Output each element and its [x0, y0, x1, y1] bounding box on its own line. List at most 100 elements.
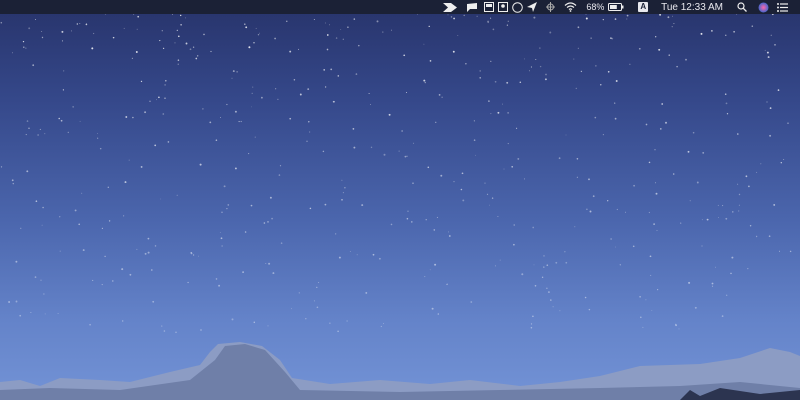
star [152, 300, 155, 303]
star [780, 162, 782, 164]
star [751, 25, 754, 27]
wifi-icon[interactable] [564, 0, 577, 14]
star [390, 223, 393, 226]
star [575, 87, 577, 90]
star [286, 20, 288, 22]
star [479, 77, 481, 79]
star [756, 171, 758, 173]
star [486, 193, 489, 195]
star [39, 128, 41, 130]
chat-bubble-icon[interactable] [512, 0, 524, 14]
telegram-icon[interactable] [527, 0, 538, 14]
star [614, 246, 616, 248]
star [532, 226, 535, 229]
star [406, 92, 407, 93]
star [326, 34, 329, 36]
contacts-icon[interactable] [498, 0, 509, 14]
star [353, 18, 356, 20]
star [725, 102, 728, 105]
star [25, 47, 27, 49]
display-icon[interactable] [484, 0, 495, 14]
input-source-icon[interactable]: A [638, 0, 649, 14]
star [380, 325, 382, 328]
notification-center-icon[interactable] [777, 0, 788, 14]
star [59, 216, 61, 218]
star [353, 146, 356, 149]
star [576, 158, 579, 160]
star [78, 223, 80, 226]
star [335, 233, 337, 235]
star [602, 134, 604, 136]
star [324, 22, 326, 24]
star [546, 287, 548, 289]
star [565, 134, 567, 136]
star [453, 17, 455, 20]
star [738, 204, 740, 206]
star [365, 291, 368, 294]
star [76, 23, 78, 25]
star [104, 14, 107, 15]
star [198, 255, 200, 257]
star [101, 227, 103, 229]
star [626, 14, 629, 17]
star [278, 174, 281, 176]
star [552, 306, 554, 308]
star [180, 24, 182, 26]
star [574, 226, 576, 228]
star [411, 221, 413, 223]
star [174, 42, 176, 44]
star [516, 127, 518, 129]
star [549, 31, 552, 34]
star [220, 117, 221, 118]
clock[interactable]: Tue 12:33 AM [661, 0, 723, 14]
star [23, 46, 25, 48]
star [588, 178, 590, 181]
star [37, 134, 39, 136]
star [218, 284, 221, 287]
star [161, 325, 163, 327]
star [81, 192, 83, 194]
star [558, 157, 561, 160]
star [57, 312, 59, 315]
crosshair-icon[interactable] [546, 0, 556, 14]
star [112, 280, 114, 282]
star [15, 300, 18, 303]
star [653, 223, 655, 225]
star [180, 14, 182, 17]
star [335, 37, 338, 39]
star [423, 43, 425, 45]
star [448, 231, 449, 233]
star [140, 165, 143, 168]
star [177, 63, 179, 65]
app-arrow-icon[interactable] [443, 0, 458, 14]
notification-bubble-icon[interactable] [466, 0, 478, 14]
star [645, 123, 648, 126]
star [125, 116, 128, 118]
star [279, 165, 282, 167]
star [694, 306, 697, 309]
star [533, 264, 535, 266]
star [650, 274, 652, 276]
star [238, 121, 240, 123]
star [298, 292, 300, 294]
star [34, 276, 37, 278]
star [265, 263, 267, 264]
star [774, 44, 776, 46]
star [633, 184, 635, 187]
star [760, 163, 762, 165]
star [268, 262, 271, 265]
star [503, 168, 505, 170]
star [190, 252, 192, 254]
battery-icon[interactable] [608, 0, 624, 14]
battery-percent[interactable]: 68% [586, 0, 604, 14]
star [291, 308, 292, 310]
star [346, 320, 348, 322]
star [577, 26, 580, 29]
star [648, 161, 651, 164]
star [372, 253, 375, 256]
star [22, 40, 25, 43]
star [672, 15, 673, 17]
siri-icon[interactable] [758, 0, 769, 14]
spotlight-search-icon[interactable] [737, 0, 747, 14]
star [231, 77, 233, 79]
